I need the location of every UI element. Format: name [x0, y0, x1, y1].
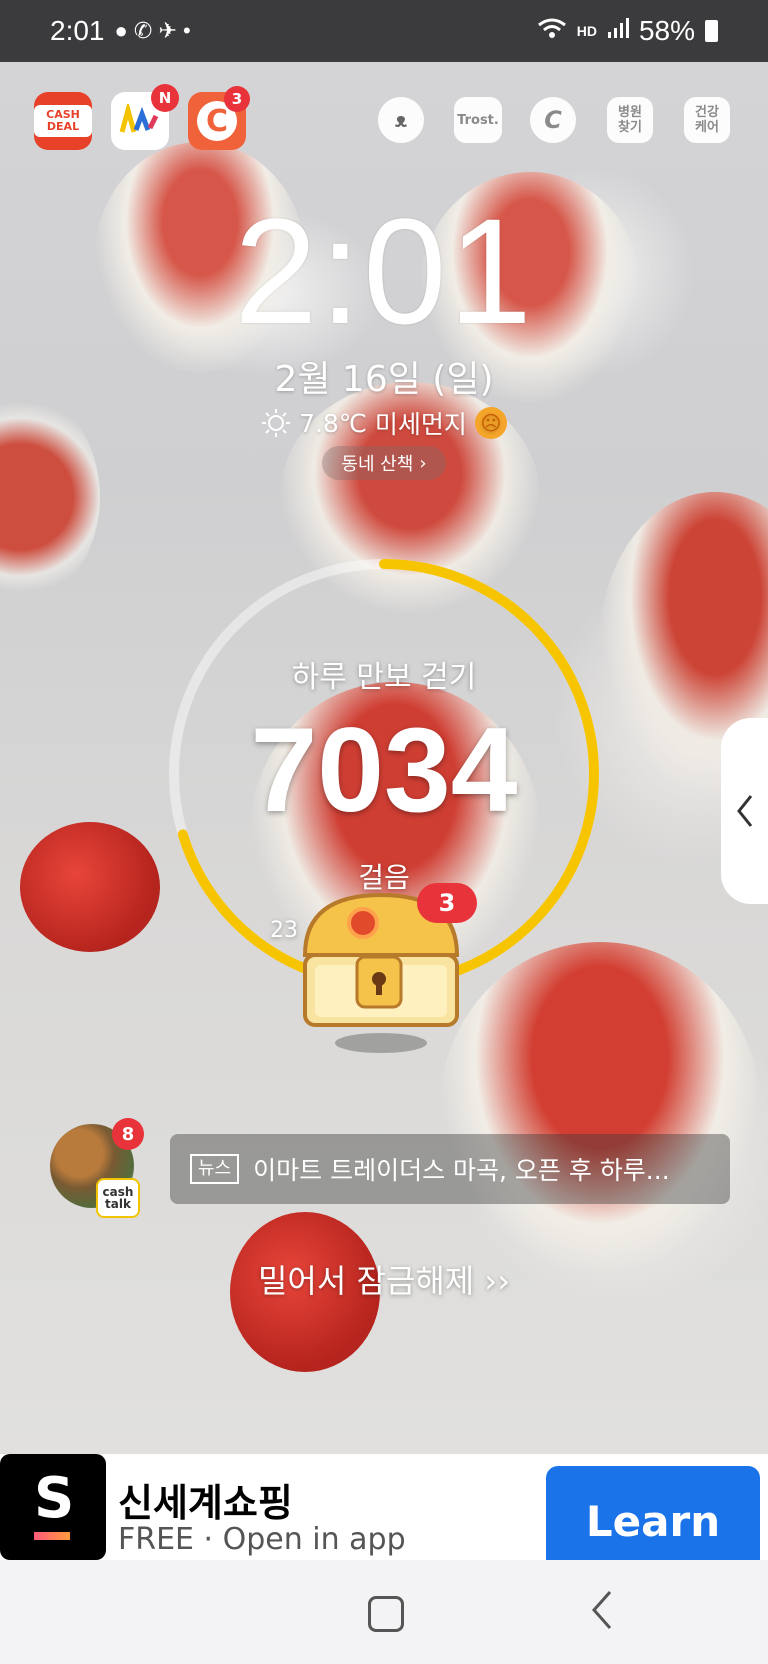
step-subtext: 23	[270, 918, 298, 943]
stairs-logo-icon	[119, 104, 159, 133]
shinsegae-logo-icon: S	[0, 1454, 106, 1560]
battery-level: 58%	[638, 15, 695, 46]
step-widget-title: 하루 만보 걷기	[291, 660, 477, 695]
cash-deal-app-icon[interactable]: CASH DEAL	[34, 92, 92, 150]
cat-app-icon[interactable]: ᴥ	[378, 97, 424, 143]
trost-label: Trost.	[457, 112, 499, 128]
logo-stripe	[34, 1532, 70, 1540]
lock-date: 2월 16일 (일)	[274, 359, 494, 400]
lock-clock: 2:01	[0, 196, 768, 346]
hd-voice-label: HD	[576, 23, 597, 39]
status-time: 2:01	[50, 15, 105, 46]
chest-shadow	[335, 1033, 427, 1053]
wifi-icon	[537, 17, 567, 45]
status-right: HD 58%	[537, 15, 718, 47]
notification-icons: ● ✆ ✈ •	[114, 18, 191, 43]
hospital-finder-app-icon[interactable]: 병원 찾기	[607, 97, 653, 143]
news-tag: 뉴스	[190, 1154, 240, 1184]
news-headline: 이마트 트레이더스 마곡, 오픈 후 하루...	[253, 1156, 670, 1185]
ad-banner[interactable]: S 신세계쇼핑 FREE · Open in app Learn	[0, 1454, 768, 1576]
chevron-left-icon	[737, 795, 753, 827]
avatar-badge: 8	[112, 1118, 144, 1150]
hospital-finder-label: 병원 찾기	[618, 105, 642, 135]
air-quality-face-icon: ☹	[474, 407, 507, 439]
neighborhood-walk-button[interactable]: 동네 산책 ›	[322, 446, 446, 480]
unlock-text: 밀어서 잠금해제	[257, 1262, 475, 1300]
status-left: 2:01 ● ✆ ✈ •	[50, 15, 191, 47]
n-app-icon[interactable]: N	[111, 84, 179, 150]
ad-title: 신세계쇼핑	[118, 1481, 293, 1525]
swipe-unlock-hint[interactable]: 밀어서 잠금해제 ››	[0, 1256, 768, 1302]
cashwalk-badge: 3	[224, 86, 250, 112]
edge-panel-handle[interactable]	[721, 718, 768, 904]
cat-face-icon: ᴥ	[394, 107, 408, 132]
c-coin-label: C	[544, 105, 562, 134]
weather-row: 7.8℃ 미세먼지 ☹	[0, 405, 768, 441]
treasure-chest-button[interactable]: 3	[295, 883, 477, 1055]
health-care-app-icon[interactable]: 건강 케어	[684, 97, 730, 143]
air-quality-label: 미세먼지	[374, 410, 467, 439]
battery-icon	[705, 20, 718, 42]
health-care-label: 건강 케어	[695, 105, 719, 135]
chevron-right-icon: ›	[419, 452, 427, 474]
cashwalk-app-icon[interactable]: C 3	[188, 86, 250, 150]
news-ticker[interactable]: 뉴스 이마트 트레이더스 마곡, 오픈 후 하루...	[170, 1134, 730, 1204]
logo-letter: S	[34, 1466, 75, 1531]
double-chevron-right-icon: ››	[484, 1262, 511, 1300]
cash-talk-label: cash talk	[96, 1178, 140, 1218]
chest-badge: 3	[417, 883, 477, 923]
neighborhood-walk-label: 동네 산책	[341, 454, 414, 475]
home-button[interactable]	[368, 1596, 404, 1632]
c-coin-app-icon[interactable]: C	[530, 97, 576, 143]
n-app-badge: N	[151, 84, 179, 112]
weather-temp: 7.8℃	[299, 408, 367, 438]
status-bar: 2:01 ● ✆ ✈ • HD 58%	[0, 0, 768, 62]
signal-icon	[607, 18, 629, 44]
ad-subtitle: FREE · Open in app	[118, 1522, 406, 1557]
navigation-bar	[0, 1560, 768, 1664]
back-button[interactable]	[590, 1590, 614, 1630]
trost-app-icon[interactable]: Trost.	[454, 97, 502, 143]
step-count: 7034	[250, 703, 518, 837]
lock-clock-time: 2:01	[234, 187, 534, 355]
cash-deal-logo: CASH DEAL	[34, 105, 92, 137]
sun-icon	[262, 409, 291, 437]
